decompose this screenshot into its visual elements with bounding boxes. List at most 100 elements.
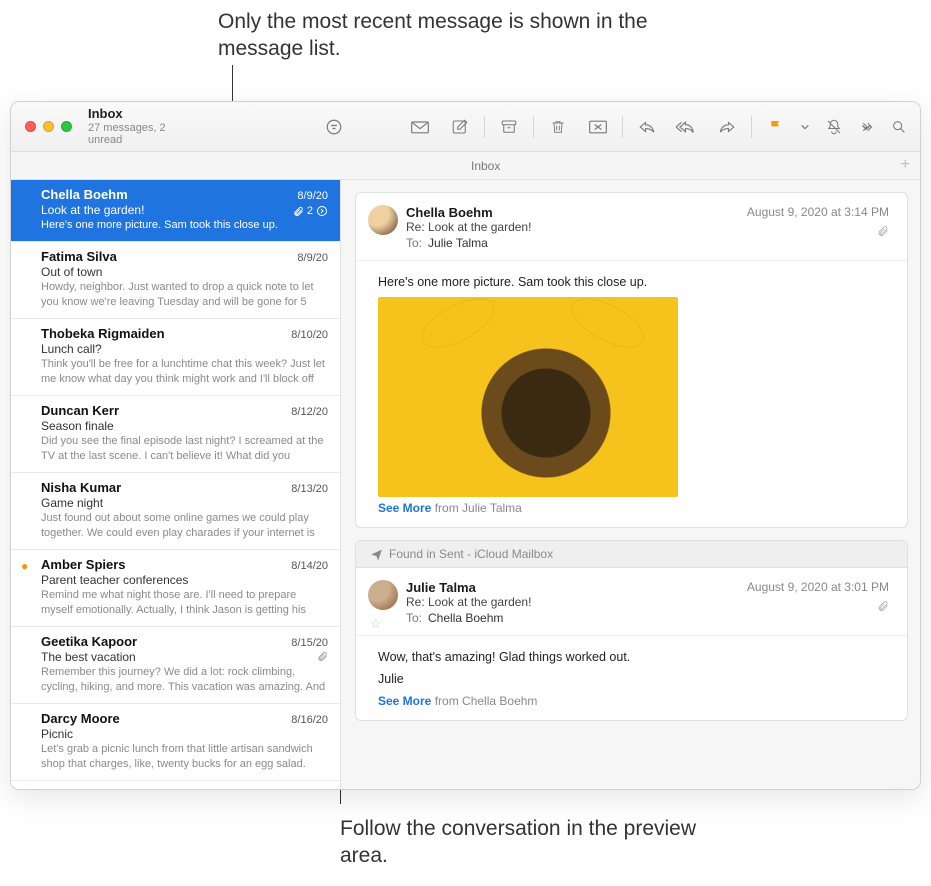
sender: Daren Estrada xyxy=(41,788,129,789)
avatar xyxy=(368,205,398,235)
sender: Amber Spiers xyxy=(41,557,126,572)
mailbox-title-block: Inbox 27 messages, 2 unread xyxy=(88,107,193,145)
found-in-label: Found in Sent - iCloud Mailbox xyxy=(389,547,553,561)
avatar xyxy=(368,580,398,610)
see-more-link[interactable]: See More from Julie Talma xyxy=(378,501,885,515)
chevron-icon xyxy=(316,205,328,217)
attached-image[interactable] xyxy=(378,297,678,497)
date: 8/10/20 xyxy=(291,329,328,341)
filter-button[interactable] xyxy=(315,112,352,142)
toolbar xyxy=(400,112,854,142)
date: 8/13/20 xyxy=(291,483,328,495)
minimize-window-button[interactable] xyxy=(43,121,54,132)
email-to-row: To: Chella Boehm xyxy=(406,611,887,625)
email-datetime: August 9, 2020 at 3:14 PM xyxy=(747,205,889,219)
email-card: Found in Sent - iCloud Mailbox ☆ Julie T… xyxy=(355,540,908,721)
date: 8/9/20 xyxy=(297,252,328,264)
email-subject: Re: Look at the garden! xyxy=(406,595,887,609)
close-window-button[interactable] xyxy=(25,121,36,132)
message-row[interactable]: Thobeka Rigmaiden8/10/20Lunch call?Think… xyxy=(11,319,340,396)
mail-window: Inbox 27 messages, 2 unread xyxy=(10,101,921,790)
toolbar-right xyxy=(854,112,912,142)
message-row[interactable]: Chella Boehm8/9/20Look at the garden!2He… xyxy=(11,180,340,242)
to-name[interactable]: Chella Boehm xyxy=(428,611,503,625)
subject: Lunch call? xyxy=(41,342,102,356)
email-datetime: August 9, 2020 at 3:01 PM xyxy=(747,580,889,594)
toolbar-separator xyxy=(533,116,534,138)
message-row[interactable]: Nisha Kumar 8/13/20 Game nightJust found o… xyxy=(11,473,340,550)
attachment-icon xyxy=(877,225,889,237)
body-text: Here's one more picture. Sam took this c… xyxy=(378,275,885,289)
toolbar-separator xyxy=(751,116,752,138)
tab-bar: Inbox + xyxy=(11,152,920,180)
email-body: Wow, that's amazing! Glad things worked … xyxy=(356,636,907,720)
delete-button[interactable] xyxy=(538,112,578,142)
vip-star-button[interactable]: ☆ xyxy=(370,616,382,632)
preview-text: Think you'll be free for a lunchtime cha… xyxy=(41,357,328,387)
compose-button[interactable] xyxy=(440,112,480,142)
to-label: To: xyxy=(406,611,422,625)
preview-pane[interactable]: Chella Boehm Re: Look at the garden! To:… xyxy=(341,180,920,789)
subject: Parent teacher conferences xyxy=(41,573,188,587)
to-name[interactable]: Julie Talma xyxy=(428,236,488,250)
subject: Out of town xyxy=(41,265,102,279)
subject: Look at the garden! xyxy=(41,203,144,217)
sender: Geetika Kapoor xyxy=(41,634,137,649)
found-in-bar: Found in Sent - iCloud Mailbox xyxy=(356,541,907,568)
see-more-from: from Julie Talma xyxy=(435,501,522,515)
flag-menu-button[interactable] xyxy=(796,112,814,142)
reply-button[interactable] xyxy=(627,112,667,142)
see-more-link[interactable]: See More from Chella Boehm xyxy=(378,694,885,708)
email-header: Chella Boehm Re: Look at the garden! To:… xyxy=(356,193,907,261)
see-more-label: See More xyxy=(378,501,431,515)
message-row[interactable]: Fatima Silva8/9/20Out of townHowdy, neig… xyxy=(11,242,340,319)
titlebar: Inbox 27 messages, 2 unread xyxy=(11,102,920,152)
to-label: To: xyxy=(406,236,422,250)
date: 8/14/20 xyxy=(291,560,328,572)
main-split: Chella Boehm 8/9/20 Look at the garden! 2 He… xyxy=(11,180,920,789)
callout-bottom: Follow the conversation in the preview a… xyxy=(340,815,720,870)
preview-text: Just found out about some online games w… xyxy=(41,511,328,541)
message-row[interactable]: ● Amber Spiers 8/14/20 Parent teacher confe… xyxy=(11,550,340,627)
junk-button[interactable] xyxy=(578,112,618,142)
subject: The best vacation xyxy=(41,650,136,664)
see-more-label: See More xyxy=(378,694,431,708)
email-card: Chella Boehm Re: Look at the garden! To:… xyxy=(355,192,908,528)
mailbox-status: 27 messages, 2 unread xyxy=(88,122,193,146)
body-text: Wow, that's amazing! Glad things worked … xyxy=(378,650,885,664)
signature: Julie xyxy=(378,672,885,686)
message-row[interactable]: Duncan Kerr8/12/20Season finaleDid you s… xyxy=(11,396,340,473)
forward-button[interactable] xyxy=(707,112,747,142)
mute-button[interactable] xyxy=(814,112,854,142)
tab-label: Inbox xyxy=(471,159,500,173)
see-more-from: from Chella Boehm xyxy=(435,694,538,708)
message-row[interactable]: Geetika Kapoor8/15/20The best vacationRe… xyxy=(11,627,340,704)
archive-button[interactable] xyxy=(489,112,529,142)
sender: Darcy Moore xyxy=(41,711,120,726)
traffic-lights xyxy=(25,121,72,132)
message-list[interactable]: Chella Boehm8/9/20Look at the garden!2He… xyxy=(11,180,341,789)
sender: Nisha Kumar xyxy=(41,480,121,495)
get-mail-button[interactable] xyxy=(400,112,440,142)
preview-text: Let's grab a picnic lunch from that litt… xyxy=(41,742,328,772)
flag-button[interactable] xyxy=(756,112,796,142)
overflow-button[interactable] xyxy=(854,112,880,142)
date: 8/15/20 xyxy=(291,637,328,649)
reply-all-button[interactable] xyxy=(667,112,707,142)
sender: Chella Boehm xyxy=(41,187,128,202)
toolbar-separator xyxy=(484,116,485,138)
email-header: ☆ Julie Talma Re: Look at the garden! To… xyxy=(356,568,907,636)
fullscreen-window-button[interactable] xyxy=(61,121,72,132)
message-row[interactable]: Daren Estrada8/17/20Coming to Town xyxy=(11,781,340,789)
preview-text: Did you see the final episode last night… xyxy=(41,434,328,464)
thread-count: 2 xyxy=(307,205,313,217)
subject: Game night xyxy=(41,496,103,510)
search-button[interactable] xyxy=(886,112,912,142)
flag-icon: ● xyxy=(21,559,28,573)
thread-indicator: 2 xyxy=(293,205,328,217)
message-row[interactable]: Darcy Moore8/16/20PicnicLet's grab a pic… xyxy=(11,704,340,781)
preview-text: Howdy, neighbor. Just wanted to drop a q… xyxy=(41,280,328,310)
attachment-icon xyxy=(317,651,328,662)
email-body: Here's one more picture. Sam took this c… xyxy=(356,261,907,527)
new-tab-button[interactable]: + xyxy=(901,156,910,174)
